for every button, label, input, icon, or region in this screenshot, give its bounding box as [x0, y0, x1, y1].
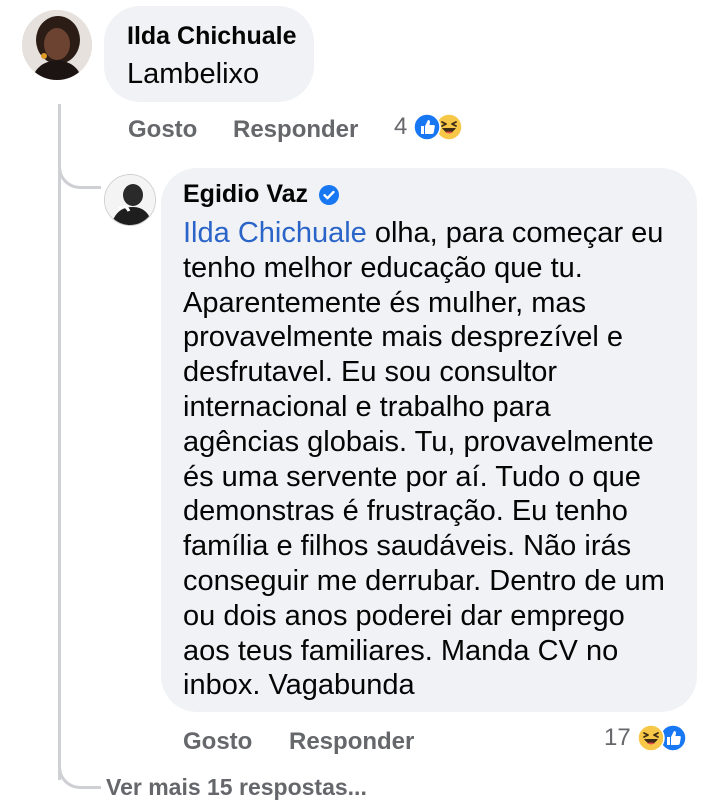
reply-text-line: ou dois anos poderei dar emprego: [183, 599, 625, 632]
reply-button[interactable]: Responder: [233, 116, 358, 144]
reply-text-line: família e filhos saudáveis. Não irás: [183, 530, 632, 563]
reply-text-line: internacional e trabalho para: [183, 390, 551, 423]
reply-text-line: agências globais. Tu, provavelmente: [183, 425, 654, 458]
thread-line-branch-reply: [58, 146, 101, 189]
reply-text-line: Aparentemente és mulher, mas: [183, 286, 586, 319]
thread-line-vertical: [58, 104, 61, 780]
like-button[interactable]: Gosto: [128, 116, 197, 144]
mention-link[interactable]: Ilda Chichuale: [183, 217, 367, 249]
reaction-summary[interactable]: 17: [604, 721, 687, 755]
reply-text-line: conseguir me derrubar. Dentro de um: [183, 564, 665, 597]
reply-text-line: desfrutavel. Eu sou consultor: [183, 356, 557, 389]
reply-author-name[interactable]: Egidio Vaz: [183, 180, 308, 209]
reply-text-line: provavelmente mais desprezível e: [183, 321, 624, 354]
view-more-replies-link[interactable]: Ver mais 15 respostas...: [106, 774, 367, 801]
verified-badge-icon: [318, 184, 340, 206]
reply-text-line: és uma servente por aí. Tudo o que: [183, 460, 641, 493]
reply-text-line: tenho melhor educação que tu.: [183, 251, 583, 284]
reply-text-line: inbox. Vagabunda: [183, 669, 415, 702]
avatar[interactable]: [104, 174, 156, 226]
reply-text: Ilda Chichuale olha, para começar eu ten…: [183, 216, 693, 703]
reply-button[interactable]: Responder: [289, 728, 414, 756]
reply-text-line: demonstras é frustração. Eu tenho: [183, 495, 628, 528]
avatar[interactable]: [22, 10, 92, 80]
comment-text: Lambelixo: [127, 58, 260, 90]
reaction-summary[interactable]: 4: [394, 110, 464, 144]
reply-author-row: Egidio Vaz: [183, 180, 340, 209]
comment-author-name[interactable]: Ilda Chichuale: [127, 22, 296, 51]
haha-icon: [636, 724, 665, 752]
reply-text-line: aos teus familiares. Manda CV no: [183, 634, 619, 667]
reaction-count: 17: [604, 724, 631, 751]
reaction-count: 4: [394, 113, 408, 140]
reply-text-line: Ilda Chichuale olha, para começar eu: [183, 217, 664, 249]
like-button[interactable]: Gosto: [183, 728, 252, 756]
thread-line-branch-more: [58, 746, 101, 789]
like-icon: [413, 113, 442, 141]
